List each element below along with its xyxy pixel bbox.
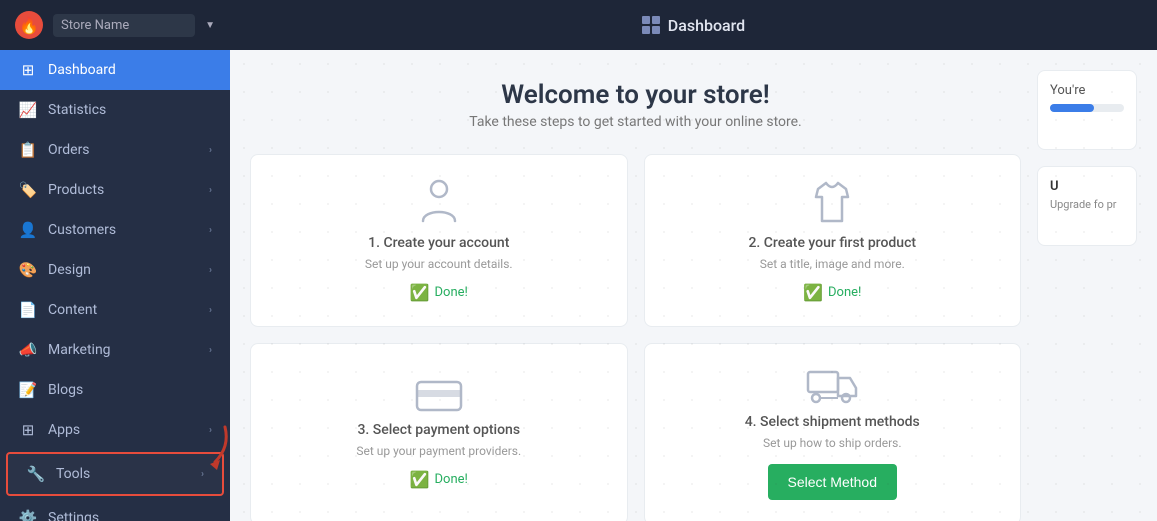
store-name[interactable]: Store Name <box>53 14 195 37</box>
blogs-icon: 📝 <box>18 381 38 399</box>
content-icon: 📄 <box>18 301 38 319</box>
right-card-1-text: You're <box>1050 83 1124 98</box>
sidebar: ⊞ Dashboard 📈 Statistics 📋 Orders › 🏷️ P… <box>0 0 230 521</box>
products-chevron: › <box>209 185 212 196</box>
check-circle-icon-3: ✅ <box>410 470 430 489</box>
card-create-account-title: 1. Create your account <box>368 235 509 251</box>
tools-icon: 🔧 <box>26 465 46 483</box>
card-create-account: 1. Create your account Set up your accou… <box>250 154 628 327</box>
card-payment-subtitle: Set up your payment providers. <box>356 444 521 458</box>
sidebar-item-settings[interactable]: ⚙️ Settings <box>0 498 230 521</box>
card-create-account-status: ✅ Done! <box>410 283 468 302</box>
store-dropdown-arrow[interactable]: ▼ <box>205 20 215 31</box>
card-payment-options: 3. Select payment options Set up your pa… <box>250 343 628 521</box>
apps-chevron: › <box>209 425 212 436</box>
tools-chevron: › <box>201 469 204 480</box>
statistics-icon: 📈 <box>18 101 38 119</box>
main-content: Welcome to your store! Take these steps … <box>230 50 1157 521</box>
sidebar-label-settings: Settings <box>48 510 212 521</box>
right-card-2-text: U <box>1050 179 1124 194</box>
right-card-2: U Upgrade fo pr <box>1037 166 1137 246</box>
sidebar-item-products[interactable]: 🏷️ Products › <box>0 170 230 210</box>
design-chevron: › <box>209 265 212 276</box>
done-label-2: Done! <box>828 285 861 300</box>
select-method-button[interactable]: Select Method <box>768 464 898 500</box>
sidebar-item-marketing[interactable]: 📣 Marketing › <box>0 330 230 370</box>
top-bar: 🔥 Store Name ▼ Dashboard <box>0 0 1157 50</box>
sidebar-item-customers[interactable]: 👤 Customers › <box>0 210 230 250</box>
done-label-3: Done! <box>435 472 468 487</box>
sidebar-label-content: Content <box>48 302 199 318</box>
sidebar-label-design: Design <box>48 262 199 278</box>
card-shipment: 4. Select shipment methods Set up how to… <box>644 343 1022 521</box>
content-left: Welcome to your store! Take these steps … <box>250 70 1021 501</box>
sidebar-item-apps[interactable]: ⊞ Apps › <box>0 410 230 450</box>
card-create-account-subtitle: Set up your account details. <box>365 257 513 271</box>
sidebar-label-dashboard: Dashboard <box>48 62 212 78</box>
sidebar-item-design[interactable]: 🎨 Design › <box>0 250 230 290</box>
topbar-center: Dashboard <box>230 16 1157 35</box>
apps-icon: ⊞ <box>18 421 38 439</box>
person-icon <box>419 179 459 229</box>
topbar-title: Dashboard <box>642 16 745 35</box>
logo-icon: 🔥 <box>15 11 43 39</box>
progress-bar-container <box>1050 104 1124 112</box>
sidebar-label-products: Products <box>48 182 199 198</box>
marketing-icon: 📣 <box>18 341 38 359</box>
sidebar-item-statistics[interactable]: 📈 Statistics <box>0 90 230 130</box>
sidebar-label-marketing: Marketing <box>48 342 199 358</box>
card-payment-title: 3. Select payment options <box>357 422 520 438</box>
card-shipment-subtitle: Set up how to ship orders. <box>763 436 902 450</box>
sidebar-label-statistics: Statistics <box>48 102 212 118</box>
done-label-1: Done! <box>435 285 468 300</box>
right-card-2-subtext: Upgrade fo pr <box>1050 198 1124 211</box>
sidebar-item-dashboard[interactable]: ⊞ Dashboard <box>0 50 230 90</box>
dashboard-icon: ⊞ <box>18 61 38 79</box>
truck-icon <box>806 368 858 408</box>
sidebar-item-blogs[interactable]: 📝 Blogs <box>0 370 230 410</box>
right-panel: You're U Upgrade fo pr <box>1037 70 1137 501</box>
shirt-icon <box>812 179 852 229</box>
main-area: Welcome to your store! Take these steps … <box>230 0 1157 521</box>
card-shipment-title: 4. Select shipment methods <box>745 414 920 430</box>
design-icon: 🎨 <box>18 261 38 279</box>
topbar-title-text: Dashboard <box>668 16 745 35</box>
welcome-subtitle: Take these steps to get started with you… <box>250 114 1021 130</box>
check-circle-icon-2: ✅ <box>803 283 823 302</box>
sidebar-item-content[interactable]: 📄 Content › <box>0 290 230 330</box>
welcome-title: Welcome to your store! <box>250 80 1021 110</box>
orders-icon: 📋 <box>18 141 38 159</box>
cards-grid: 1. Create your account Set up your accou… <box>250 154 1021 521</box>
card-create-product-title: 2. Create your first product <box>748 235 916 251</box>
tools-wrapper: 🔧 Tools › <box>0 450 230 498</box>
right-card-1: You're <box>1037 70 1137 150</box>
welcome-section: Welcome to your store! Take these steps … <box>250 70 1021 146</box>
credit-card-icon <box>415 380 463 416</box>
card-create-product: 2. Create your first product Set a title… <box>644 154 1022 327</box>
sidebar-item-orders[interactable]: 📋 Orders › <box>0 130 230 170</box>
card-payment-status: ✅ Done! <box>410 470 468 489</box>
sidebar-item-tools[interactable]: 🔧 Tools › <box>6 452 224 496</box>
progress-bar <box>1050 104 1094 112</box>
orders-chevron: › <box>209 145 212 156</box>
marketing-chevron: › <box>209 345 212 356</box>
customers-chevron: › <box>209 225 212 236</box>
card-create-product-status: ✅ Done! <box>803 283 861 302</box>
flame-icon: 🔥 <box>19 16 39 35</box>
sidebar-label-blogs: Blogs <box>48 382 212 398</box>
sidebar-label-customers: Customers <box>48 222 199 238</box>
products-icon: 🏷️ <box>18 181 38 199</box>
logo-area: 🔥 Store Name ▼ <box>0 11 230 39</box>
settings-icon: ⚙️ <box>18 509 38 521</box>
sidebar-label-tools: Tools <box>56 466 191 482</box>
sidebar-label-orders: Orders <box>48 142 199 158</box>
grid-icon <box>642 16 660 34</box>
sidebar-label-apps: Apps <box>48 422 199 438</box>
content-chevron: › <box>209 305 212 316</box>
card-create-product-subtitle: Set a title, image and more. <box>760 257 905 271</box>
customers-icon: 👤 <box>18 221 38 239</box>
check-circle-icon: ✅ <box>410 283 430 302</box>
